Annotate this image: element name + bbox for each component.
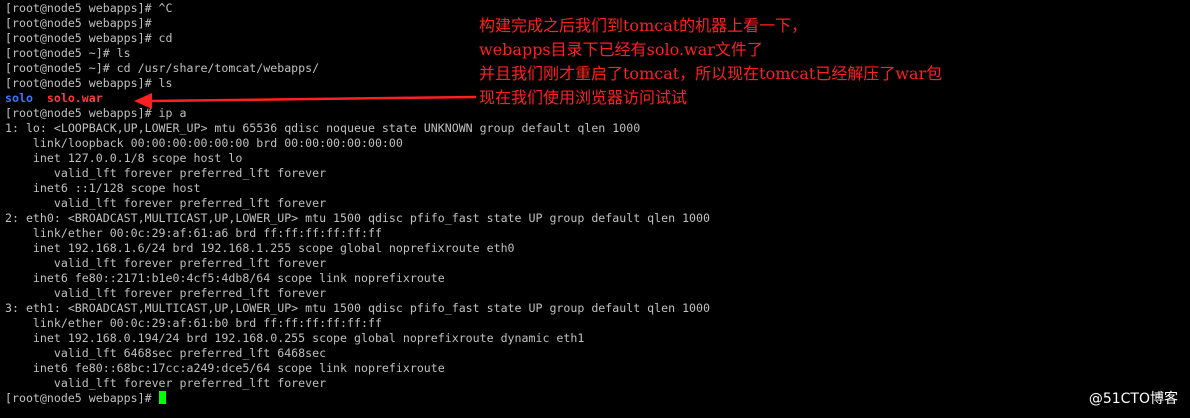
line-text: inet 127.0.0.1/8 scope host lo [5,151,243,165]
terminal-line: 1: lo: <LOOPBACK,UP,LOWER_UP> mtu 65536 … [5,121,710,136]
terminal-line: valid_lft forever preferred_lft forever [5,376,710,391]
line-text: [root@node5 webapps]# ls [5,76,173,90]
annotation-line: 现在我们使用浏览器访问试试 [479,88,688,107]
line-text: inet6 fe80::68bc:17cc:a249:dce5/64 scope… [5,361,445,375]
line-text: [root@node5 webapps]# cd [5,31,173,45]
terminal-line: [root@node5 webapps]# [5,391,710,406]
line-text: link/ether 00:0c:29:af:61:b0 brd ff:ff:f… [5,316,382,330]
line-text [33,91,47,105]
terminal-line: inet 192.168.1.6/24 brd 192.168.1.255 sc… [5,241,710,256]
terminal-line: inet 127.0.0.1/8 scope host lo [5,151,710,166]
terminal-line: link/loopback 00:00:00:00:00:00 brd 00:0… [5,136,710,151]
line-text: [root@node5 webapps]# [5,16,152,30]
terminal-line: inet 192.168.0.194/24 brd 192.168.0.255 … [5,331,710,346]
line-text: [root@node5 webapps]# [5,391,159,405]
war-file-name: solo.war [46,91,103,105]
line-text: [root@node5 webapps]# ^C [5,1,173,15]
line-text: [root@node5 ~]# ls [5,46,131,60]
line-text: valid_lft 6468sec preferred_lft 6468sec [5,346,327,360]
terminal-line: link/ether 00:0c:29:af:61:a6 brd ff:ff:f… [5,226,710,241]
line-text: inet6 ::1/128 scope host [5,181,201,195]
line-text: inet 192.168.0.194/24 brd 192.168.0.255 … [5,331,585,345]
terminal-line: valid_lft forever preferred_lft forever [5,166,710,181]
line-text: valid_lft forever preferred_lft forever [5,376,327,390]
terminal-window[interactable]: [root@node5 webapps]# ^C [root@node5 weba… [0,0,1190,418]
watermark-label: @51CTO博客 [1088,391,1178,407]
terminal-line: valid_lft forever preferred_lft forever [5,286,710,301]
annotation-note: 构建完成之后我们到tomcat的机器上看一下， webapps目录下已经有solo… [479,14,942,110]
line-text: link/loopback 00:00:00:00:00:00 brd 00:0… [5,136,403,150]
annotation-line: 并且我们刚才重启了tomcat，所以现在tomcat已经解压了war包 [479,64,943,83]
line-text: [root@node5 webapps]# ip a [5,106,187,120]
terminal-line: 2: eth0: <BROADCAST,MULTICAST,UP,LOWER_U… [5,211,710,226]
annotation-line: 构建完成之后我们到tomcat的机器上看一下， [479,16,808,35]
terminal-line: link/ether 00:0c:29:af:61:b0 brd ff:ff:f… [5,316,710,331]
terminal-line: inet6 fe80::2171:b1e0:4cf5:4db8/64 scope… [5,271,710,286]
line-text: valid_lft forever preferred_lft forever [5,166,327,180]
terminal-line: valid_lft forever preferred_lft forever [5,256,710,271]
line-text: 1: lo: <LOOPBACK,UP,LOWER_UP> mtu 65536 … [5,121,641,135]
annotation-line: webapps目录下已经有solo.war文件了 [479,40,763,59]
line-text: inet 192.168.1.6/24 brd 192.168.1.255 sc… [5,241,515,255]
terminal-line: valid_lft forever preferred_lft forever [5,196,710,211]
terminal-line: 3: eth1: <BROADCAST,MULTICAST,UP,LOWER_U… [5,301,710,316]
cursor-icon[interactable] [158,391,166,404]
line-text: inet6 fe80::2171:b1e0:4cf5:4db8/64 scope… [5,271,445,285]
line-text: valid_lft forever preferred_lft forever [5,256,327,270]
terminal-line: valid_lft 6468sec preferred_lft 6468sec [5,346,710,361]
directory-name: solo [5,91,33,105]
line-text: valid_lft forever preferred_lft forever [5,196,327,210]
line-text: link/ether 00:0c:29:af:61:a6 brd ff:ff:f… [5,226,382,240]
line-text: 3: eth1: <BROADCAST,MULTICAST,UP,LOWER_U… [5,301,710,315]
line-text: 2: eth0: <BROADCAST,MULTICAST,UP,LOWER_U… [5,211,710,225]
terminal-line: inet6 fe80::68bc:17cc:a249:dce5/64 scope… [5,361,710,376]
line-text: valid_lft forever preferred_lft forever [5,286,327,300]
line-text: [root@node5 ~]# cd /usr/share/tomcat/web… [5,61,320,75]
terminal-line: inet6 ::1/128 scope host [5,181,710,196]
